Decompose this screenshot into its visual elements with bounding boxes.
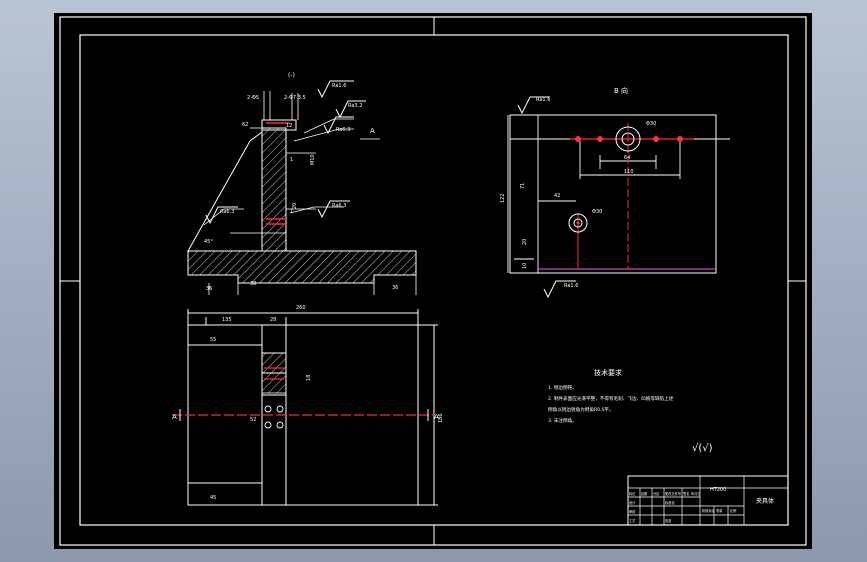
- dim-h2: 45: [210, 495, 216, 501]
- base-section: [187, 250, 417, 284]
- dim-h1: 55: [210, 337, 216, 343]
- dim-phi-big: Φ30: [646, 121, 656, 127]
- detail-label: A: [370, 127, 375, 135]
- dim-base-mid: 38: [250, 281, 256, 287]
- material-label: HT200: [710, 487, 726, 493]
- dim-phi-small: Φ30: [592, 209, 602, 215]
- dim-overall-w: 260: [296, 305, 306, 311]
- tb-cell: 审核: [629, 509, 636, 514]
- tb-cell: 更改文件号: [665, 491, 681, 496]
- tb-cell: 标准化: [665, 500, 675, 505]
- section-view: (-) 2-Φ5 2-Φ7 3.5 62 12 M10 1 1 45° 20 3…: [187, 72, 417, 295]
- tb-stage: 比例: [730, 508, 736, 513]
- outer-border: [59, 16, 807, 546]
- roughness-label: Ra6.3: [336, 127, 350, 133]
- drawing-name: 夹具体: [756, 497, 774, 505]
- dim-b-inner-v2: 10: [522, 263, 528, 269]
- dim-left-tab: 2-Φ5: [247, 95, 259, 101]
- tb-cell: 处数: [641, 491, 648, 496]
- dim-b-left-v2: 71: [520, 183, 526, 189]
- cad-drawing: (-) 2-Φ5 2-Φ7 3.5 62 12 M10 1 1 45° 20 3…: [59, 16, 807, 546]
- column-section: [261, 127, 287, 252]
- dim-v-small: 18: [306, 375, 312, 381]
- dim-b-left-v: 122: [500, 193, 506, 203]
- dim-h-right: 186: [438, 413, 444, 423]
- top-view-hatch: [261, 352, 287, 394]
- tech-req-line: 2. 制件表面应光滑平整，不得有毛刺、飞边、凹痕等缺陷上述: [548, 395, 674, 402]
- b-roughness-label: Ra1.6: [536, 97, 550, 103]
- tb-cell: 批准: [665, 518, 672, 523]
- roughness-label: Ra6.3: [332, 203, 346, 209]
- dim-span-outer: 110: [624, 169, 634, 175]
- detail-view: B 向 122 71 20 10 Φ30 Φ30 64 110 42 Ra1.6…: [500, 86, 730, 299]
- section-mark-left: A: [172, 413, 177, 421]
- dim-span-inner: 64: [624, 155, 630, 161]
- tb-cell: 标记: [629, 491, 636, 496]
- tb-cell: 签名: [683, 491, 689, 496]
- tb-stage: 阶段标记: [702, 508, 716, 513]
- dim-small-off: 42: [554, 193, 560, 199]
- dim-thread: M10: [310, 154, 316, 165]
- tech-req-line: 倒角以锐边锐角为倒角R0.5平。: [548, 406, 614, 413]
- roughness-label: Ra1.6: [332, 83, 346, 89]
- top-view-holes: [264, 405, 284, 429]
- roughness-label: Ra6.3: [220, 209, 234, 215]
- tech-req-title: 技术要求: [594, 368, 622, 377]
- section-title: (-): [288, 72, 295, 79]
- tb-cell: 工艺: [629, 518, 635, 523]
- centering-marks: [60, 17, 806, 545]
- title-block: HT200 夹具体 标记 处数 分区 更改文件号 签名 年月日 设计 标准化 审…: [627, 475, 789, 526]
- tb-cell: 年月日: [691, 491, 701, 496]
- dim-top-chain: 2-Φ7 3.5: [284, 95, 306, 101]
- dim-w1: 135: [222, 317, 232, 323]
- dim-base-left: 36: [206, 286, 212, 292]
- general-roughness-symbol: √(√): [692, 443, 713, 454]
- dim-angle: 45°: [204, 239, 213, 245]
- dim-h-small-top: 52: [250, 417, 256, 423]
- dim-base-right: 36: [392, 285, 398, 291]
- dim-w-small: 12: [286, 123, 292, 129]
- rib-line: [187, 140, 251, 252]
- top-view: 260 135 28 55 45 52 186 18 A A: [172, 305, 444, 506]
- section-mark-right: A: [434, 413, 439, 421]
- tb-cell: 分区: [653, 491, 660, 496]
- dim-b-inner-v: 20: [522, 239, 528, 245]
- b-view-title: B 向: [614, 86, 628, 95]
- tb-stage: 重量: [716, 508, 723, 513]
- dim-h-small: 62: [242, 122, 248, 128]
- b-roughness-label: Ra1.6: [564, 283, 578, 289]
- tb-cell: 设计: [629, 500, 636, 505]
- dim-w2: 28: [270, 317, 276, 323]
- roughness-label: Ra3.2: [348, 103, 362, 109]
- tech-requirements: 技术要求 1. 锐边倒钝。 2. 制件表面应光滑平整，不得有毛刺、飞边、凹痕等缺…: [548, 368, 674, 424]
- dim-h-mid: 20: [292, 203, 298, 209]
- tech-req-line: 1. 锐边倒钝。: [548, 384, 577, 391]
- drawing-sheet: (-) 2-Φ5 2-Φ7 3.5 62 12 M10 1 1 45° 20 3…: [54, 13, 812, 549]
- dim-one-a: 1: [290, 157, 293, 163]
- tech-req-line: 3. 未注倒角。: [548, 417, 577, 424]
